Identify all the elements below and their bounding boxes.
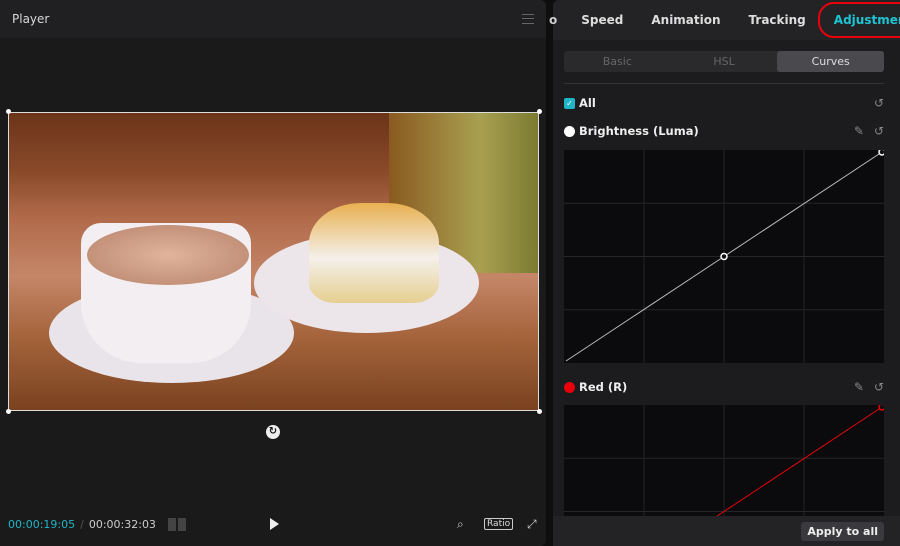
menu-icon[interactable] <box>522 14 534 24</box>
zoom-fit-icon[interactable]: ⌕ <box>457 517 464 532</box>
total-time: 00:00:32:03 <box>88 517 156 531</box>
tab-overflow[interactable]: o <box>549 13 557 27</box>
red-curve-graph[interactable] <box>564 405 884 516</box>
red-label: Red (R) <box>579 380 628 394</box>
brightness-row: Brightness (Luma) ✎ ↺ <box>564 124 884 138</box>
eyedropper-icon[interactable]: ✎ <box>854 124 864 138</box>
all-row: ✓ All ↺ <box>564 96 884 110</box>
eyedropper-icon[interactable]: ✎ <box>854 380 864 394</box>
curve-line <box>723 151 883 257</box>
reset-icon[interactable]: ↺ <box>874 96 884 110</box>
player-title: Player <box>12 12 50 26</box>
ratio-button[interactable]: Ratio <box>484 518 514 530</box>
audio-meter-icon <box>167 517 186 531</box>
resize-handle[interactable] <box>537 109 542 114</box>
rotate-icon[interactable]: ↻ <box>266 425 280 439</box>
player-panel: Player ↻ 00:00:19:05 / 00:00:32:03 ⌕ Rat… <box>0 0 546 546</box>
adjustment-panel: o Speed Animation Tracking Adjustment « … <box>549 0 900 546</box>
subtab-curves[interactable]: Curves <box>777 51 885 72</box>
curve-control-point[interactable] <box>720 252 728 261</box>
reset-icon[interactable]: ↺ <box>874 124 884 138</box>
white-dot-icon <box>564 125 575 137</box>
current-time: 00:00:19:05 <box>8 517 76 531</box>
resize-handle[interactable] <box>6 409 11 414</box>
video-preview[interactable] <box>8 112 539 411</box>
resize-handle[interactable] <box>6 109 11 114</box>
curve-control-point[interactable] <box>878 405 884 411</box>
red-dot-icon <box>564 381 575 393</box>
curve-line <box>565 256 725 362</box>
curve-control-point[interactable] <box>878 150 884 156</box>
bottom-bar: Apply to all <box>553 516 900 546</box>
subtab-basic[interactable]: Basic <box>564 51 671 72</box>
tab-animation[interactable]: Animation <box>637 13 734 27</box>
red-row: Red (R) ✎ ↺ <box>564 380 884 394</box>
fullscreen-icon[interactable]: ⤢ <box>527 517 537 532</box>
play-icon[interactable] <box>270 518 279 530</box>
divider <box>564 83 884 84</box>
brightness-curve-graph[interactable] <box>564 150 884 363</box>
resize-handle[interactable] <box>537 409 542 414</box>
tab-tracking[interactable]: Tracking <box>735 13 820 27</box>
curve-line <box>716 406 883 516</box>
time-separator: / <box>80 517 84 531</box>
subtab-hsl[interactable]: HSL <box>671 51 778 72</box>
apply-to-all-button[interactable]: Apply to all <box>801 522 884 541</box>
player-header: Player <box>0 0 546 38</box>
tab-bar: o Speed Animation Tracking Adjustment « <box>549 0 900 40</box>
tab-adjustment[interactable]: Adjustment <box>817 2 900 38</box>
tab-speed[interactable]: Speed <box>567 13 637 27</box>
reset-icon[interactable]: ↺ <box>874 380 884 394</box>
subtab-bar: Basic HSL Curves <box>564 51 885 72</box>
brightness-label: Brightness (Luma) <box>579 124 699 138</box>
all-label: All <box>579 96 596 110</box>
all-checkbox[interactable]: ✓ <box>564 97 575 109</box>
